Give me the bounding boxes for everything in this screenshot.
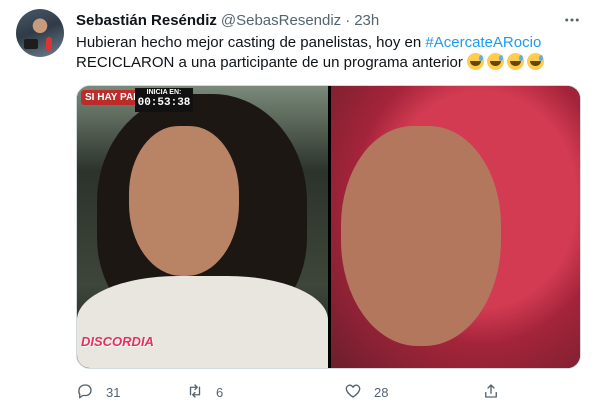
timestamp[interactable]: 23h [354,12,379,29]
tweet-text-part1: Hubieran hecho mejor casting de panelist… [76,34,426,51]
retweet-icon [186,382,204,403]
share-button[interactable] [482,382,500,402]
more-icon[interactable] [562,10,582,30]
author-name[interactable]: Sebastián Reséndiz [76,12,217,29]
like-button[interactable]: 28 [344,382,388,402]
grinning-sweat-emoji [487,53,505,70]
retweet-count: 6 [216,384,224,400]
bottom-show-logo: DISCORDIA [81,334,154,349]
photo-right[interactable] [331,86,580,368]
share-icon [482,382,500,403]
countdown-label: INICIA EN: [146,89,182,96]
countdown-time: 00:53:38 [137,97,191,109]
action-bar: 31 6 28 [76,382,506,402]
retweet-button[interactable]: 6 [186,382,223,402]
hashtag-link[interactable]: #AcercateARocio [425,34,541,51]
shirt-graphic [77,276,328,368]
author-handle[interactable]: @SebasResendiz [221,12,341,29]
face-graphic [129,126,239,276]
grinning-sweat-emoji [527,53,545,70]
tweet-header: Sebastián Reséndiz @SebasResendiz · 23h [76,10,379,30]
tweet-text: Hubieran hecho mejor casting de panelist… [76,33,576,73]
like-count: 28 [374,384,389,400]
avatar[interactable] [16,9,64,57]
tweet-text-part2: RECICLARON a una participante de un prog… [76,54,463,71]
like-icon [344,382,362,403]
reply-icon [76,382,94,403]
photo-left[interactable]: SI HAY PARAÍSO INICIA EN: 00:53:38 DISCO… [77,86,328,368]
grinning-sweat-emoji [467,53,485,70]
tweet[interactable]: Sebastián Reséndiz @SebasResendiz · 23h … [0,0,598,410]
reply-count: 31 [106,384,121,400]
microphone-graphic [46,37,52,51]
camera-graphic [24,39,38,49]
media-grid: SI HAY PARAÍSO INICIA EN: 00:53:38 DISCO… [76,85,581,369]
face-graphic [341,126,501,346]
countdown-box: INICIA EN: 00:53:38 [135,88,193,112]
reply-button[interactable]: 31 [76,382,120,402]
separator: · [345,11,351,29]
grinning-sweat-emoji [507,53,525,70]
